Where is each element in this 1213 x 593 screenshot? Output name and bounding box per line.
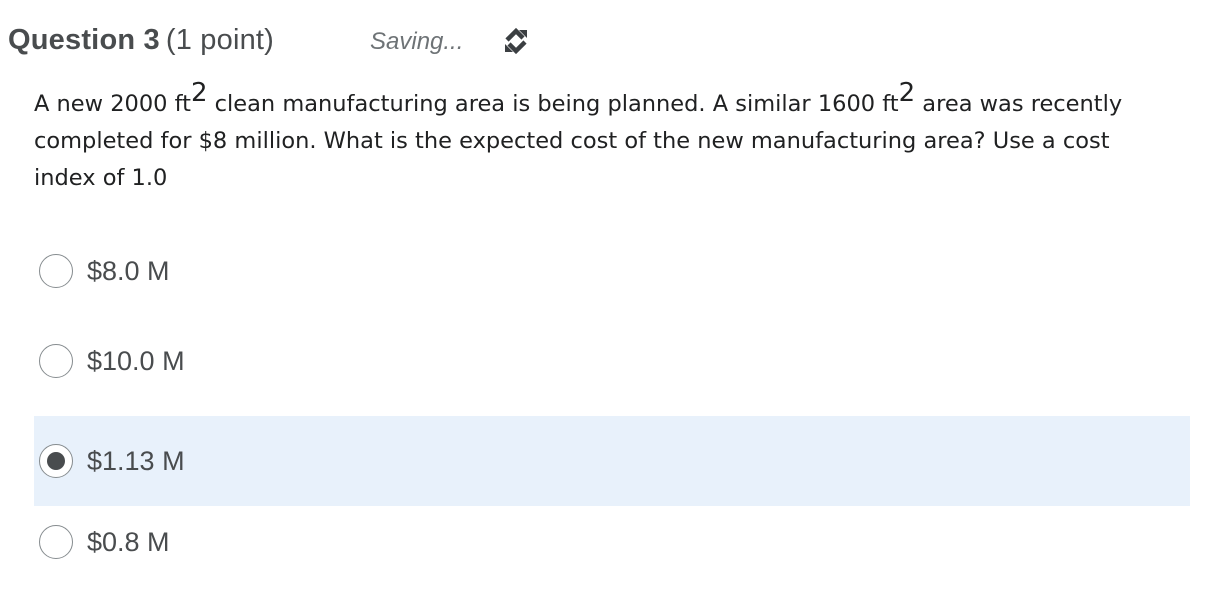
answer-option-1[interactable]: $8.0 M — [34, 226, 1190, 316]
radio-button[interactable] — [39, 344, 73, 378]
radio-button[interactable] — [39, 254, 73, 288]
superscript-1: 2 — [190, 77, 208, 108]
question-title: Question 3 (1 point) — [8, 24, 274, 57]
question-number: Question 3 — [8, 23, 160, 56]
superscript-2: 2 — [898, 77, 916, 108]
radio-selected-dot — [47, 452, 65, 470]
question-header: Question 3 (1 point) — [8, 22, 274, 58]
answer-option-2[interactable]: $10.0 M — [34, 316, 1190, 406]
answer-option-label: $1.13 M — [87, 445, 185, 476]
answer-option-label: $10.0 M — [87, 345, 185, 376]
answer-option-label: $8.0 M — [87, 255, 170, 286]
question-points: (1 point) — [165, 23, 275, 56]
answer-option-label: $0.8 M — [87, 526, 170, 557]
saving-status: Saving... — [370, 28, 464, 55]
question-text-part-1: A new 2000 ft — [34, 91, 191, 117]
question-text-part-2: clean manufacturing area is being planne… — [207, 91, 899, 117]
sync-icon — [505, 27, 527, 55]
radio-button[interactable] — [39, 525, 73, 559]
quiz-question-page: Question 3 (1 point) Saving... A new 2000… — [0, 0, 1213, 593]
question-text: A new 2000 ft2 clean manufacturing area … — [34, 80, 1174, 197]
radio-button-selected[interactable] — [39, 444, 73, 478]
answer-option-3[interactable]: $1.13 M — [34, 416, 1190, 506]
answer-option-4[interactable]: $0.8 M — [34, 497, 1190, 587]
